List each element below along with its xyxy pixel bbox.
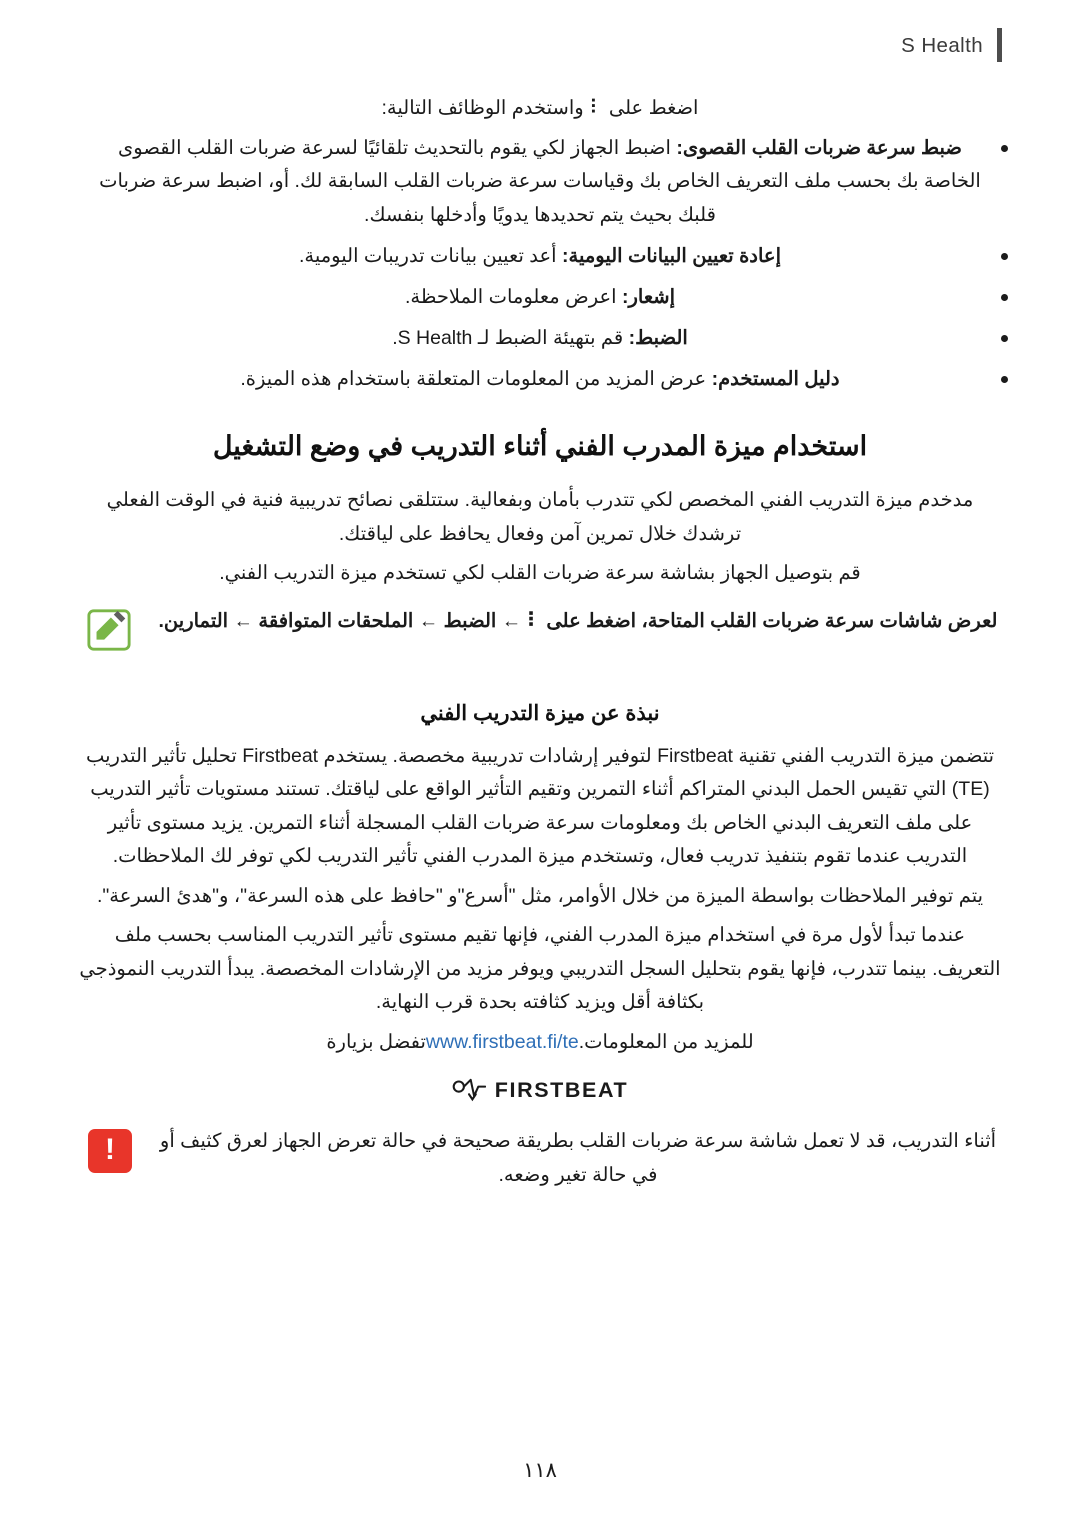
bullet-label: إشعار: — [621, 286, 675, 309]
firstbeat-link-line: للمزيد من المعلومات.www.firstbeat.fi/teت… — [78, 1026, 1002, 1060]
note-block: لعرض شاشات سرعة ضربات القلب المتاحة، اضغ… — [78, 605, 1002, 675]
subsection-title: نبذة عن ميزة التدريب الفني — [420, 701, 660, 725]
firstbeat-logo: FIRSTBEAT — [452, 1077, 628, 1103]
warning-exclamation-icon: ! — [88, 1129, 132, 1174]
section-paragraph-4: يتم توفير الملاحظات بواسطة الميزة من خلا… — [96, 884, 984, 907]
list-item: دليل المستخدم: عرض المزيد من المعلومات ا… — [78, 363, 1008, 397]
link-suffix-text: للمزيد من المعلومات. — [578, 1030, 754, 1053]
bullet-text: قم بتهيئة الضبط لـ S Health. — [392, 327, 629, 350]
bullet-text: اعرض معلومات الملاحظة. — [405, 286, 622, 309]
warning-block: ! أثناء التدريب، قد لا تعمل شاشة سرعة ضر… — [78, 1125, 1002, 1199]
link-prefix-text: تفضل بزيارة — [326, 1030, 426, 1053]
warning-glyph: ! — [105, 1133, 115, 1167]
header-inner: S Health — [901, 0, 1002, 62]
warning-text: أثناء التدريب، قد لا تعمل شاشة سرعة ضربا… — [159, 1130, 997, 1187]
note-pencil-icon — [87, 608, 131, 651]
bullet-text: أعد تعيين بيانات تدريبات اليومية. — [298, 245, 562, 268]
bullet-label: إعادة تعيين البيانات اليومية: — [562, 245, 781, 268]
bullet-dot-icon — [1001, 335, 1008, 343]
bullet-label: دليل المستخدم: — [711, 368, 840, 391]
list-item: إعادة تعيين البيانات اليومية: أعد تعيين … — [78, 240, 1008, 274]
list-item: إشعار: اعرض معلومات الملاحظة. — [78, 281, 1008, 315]
firstbeat-website-link[interactable]: www.firstbeat.fi/te — [426, 1026, 579, 1060]
settings-bullet-list: ضبط سرعة ضربات القلب القصوى: اضبط الجهاز… — [78, 132, 1008, 397]
note-text: لعرض شاشات سرعة ضربات القلب المتاحة، اضغ… — [158, 609, 998, 632]
bullet-label: ضبط سرعة ضربات القلب القصوى: — [676, 136, 962, 159]
list-item: الضبط: قم بتهيئة الضبط لـ S Health. — [78, 322, 1008, 356]
header-title: S Health — [901, 34, 983, 57]
page-number: ١١٨ — [523, 1459, 557, 1482]
bullet-dot-icon — [1001, 294, 1008, 302]
document-page: S Health اضغط على ⠇ واستخدم الوظائف التا… — [0, 0, 1080, 1527]
firstbeat-logo-row: FIRSTBEAT — [78, 1077, 1002, 1103]
section-paragraph-3: تتضمن ميزة التدريب الفني تقنية Firstbeat… — [85, 744, 995, 868]
section-paragraph-5: عندما تبدأ لأول مرة في استخدام ميزة المد… — [79, 924, 1001, 1014]
bullet-dot-icon — [1001, 253, 1008, 261]
section-paragraph-1: مدخدم ميزة التدريب الفني المخصص لكي تتدر… — [106, 488, 974, 545]
bullet-dot-icon — [1001, 376, 1008, 384]
bullet-dot-icon — [1001, 144, 1008, 152]
header-rule — [997, 28, 1002, 62]
section-title: استخدام ميزة المدرب الفني أثناء التدريب … — [212, 430, 868, 461]
intro-line: اضغط على ⠇ واستخدم الوظائف التالية: — [381, 97, 699, 119]
bullet-label: الضبط: — [628, 327, 688, 350]
page-header: S Health — [78, 0, 1002, 92]
list-item: ضبط سرعة ضربات القلب القصوى: اضبط الجهاز… — [78, 132, 1008, 234]
section-paragraph-2: قم بتوصيل الجهاز بشاشة سرعة ضربات القلب … — [219, 562, 861, 585]
bullet-text: عرض المزيد من المعلومات المتعلقة باستخدا… — [240, 368, 712, 391]
firstbeat-mark-icon — [452, 1079, 486, 1102]
firstbeat-wordmark: FIRSTBEAT — [494, 1077, 629, 1102]
